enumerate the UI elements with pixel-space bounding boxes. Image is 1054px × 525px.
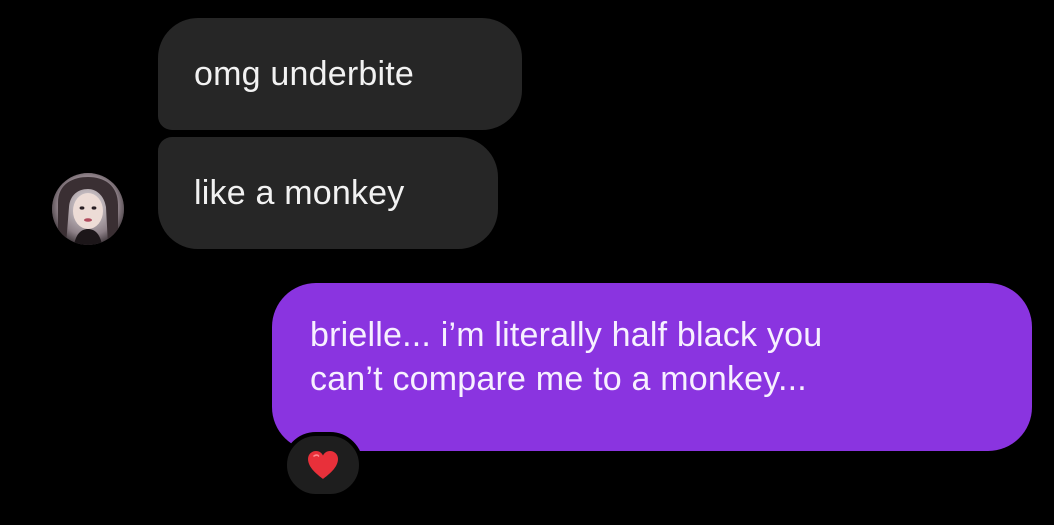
message-text: omg underbite <box>194 55 414 93</box>
incoming-message-bubble[interactable]: omg underbite <box>158 18 522 130</box>
message-text: like a monkey <box>194 174 405 212</box>
incoming-message-bubble[interactable]: like a monkey <box>158 137 498 249</box>
avatar-photo-icon <box>52 173 124 245</box>
red-heart-icon <box>308 451 338 479</box>
sender-avatar[interactable] <box>52 173 124 245</box>
message-text-line: brielle... i’m literally half black you <box>310 316 823 354</box>
outgoing-message-bubble[interactable]: brielle... i’m literally half black you … <box>272 283 1032 451</box>
message-thread: omg underbite like a monkey brielle... i… <box>0 0 1054 525</box>
message-reaction[interactable] <box>283 432 363 498</box>
message-text-line: can’t compare me to a monkey... <box>310 360 807 398</box>
